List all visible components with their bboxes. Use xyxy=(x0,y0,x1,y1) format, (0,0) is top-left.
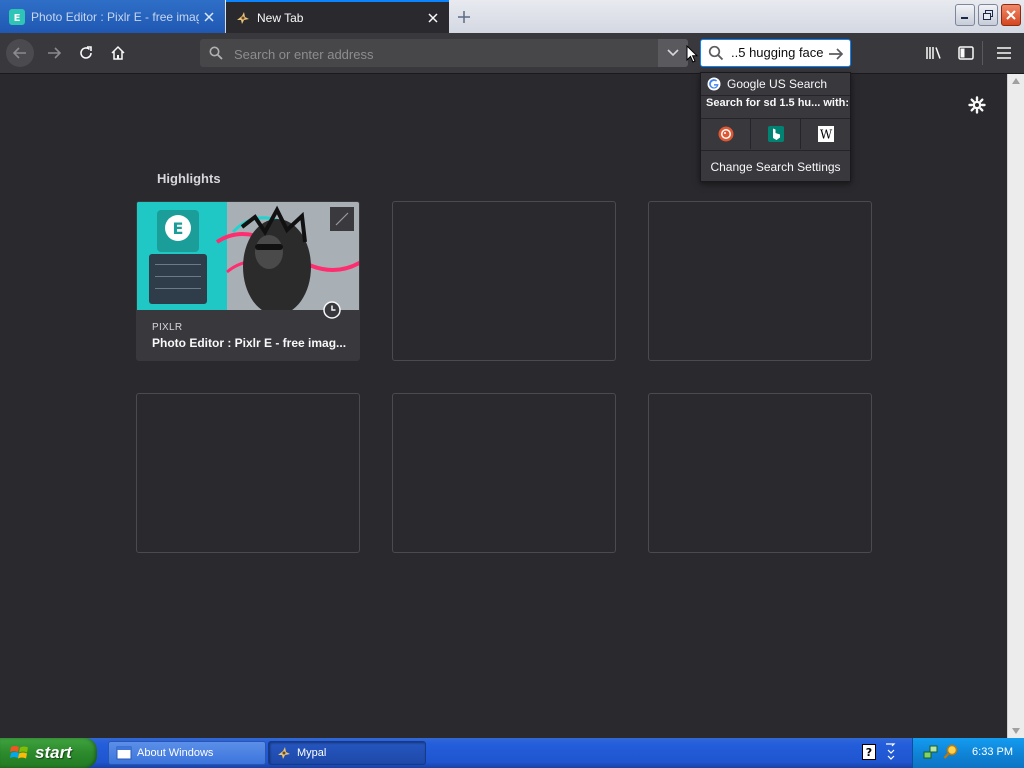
start-label: start xyxy=(35,743,72,762)
one-off-engines: W xyxy=(701,119,850,149)
pixlr-favicon-icon: E xyxy=(9,8,25,25)
wikipedia-engine-button[interactable]: W xyxy=(800,119,850,149)
search-input-value[interactable]: ..5 hugging face xyxy=(731,45,824,60)
newtab-settings-button[interactable] xyxy=(966,94,988,116)
scroll-up-icon[interactable] xyxy=(1012,78,1020,84)
google-icon xyxy=(707,77,721,90)
taskbar-item-about-windows[interactable]: About Windows xyxy=(108,741,266,765)
card-title: Photo Editor : Pixlr E - free imag... xyxy=(152,336,347,350)
network-icon[interactable] xyxy=(923,744,939,760)
url-bar[interactable] xyxy=(200,39,688,67)
bing-icon xyxy=(767,126,784,142)
tab-title: Photo Editor : Pixlr E - free image xyxy=(31,9,199,24)
tab-strip: E Photo Editor : Pixlr E - free image Ne… xyxy=(0,0,1024,33)
chevron-down-icon xyxy=(667,49,679,57)
magnifier-tray-icon[interactable] xyxy=(943,744,959,760)
highlight-placeholder xyxy=(392,393,616,553)
search-icon xyxy=(209,46,223,60)
wikipedia-icon: W xyxy=(817,126,834,142)
card-host: PIXLR xyxy=(152,322,183,333)
language-bar-icon[interactable] xyxy=(884,742,898,762)
restore-button[interactable] xyxy=(978,4,998,26)
clock: 6:33 PM xyxy=(972,746,1013,758)
search-popup: Google US Search Search for sd 1.5 hu...… xyxy=(700,72,851,182)
sidebar-icon xyxy=(958,46,974,60)
svg-text:E: E xyxy=(14,13,21,24)
default-engine-row[interactable]: Google US Search xyxy=(701,73,850,94)
gear-icon xyxy=(968,96,986,114)
forward-button[interactable] xyxy=(40,39,68,67)
change-search-settings-button[interactable]: Change Search Settings xyxy=(701,155,850,179)
duckduckgo-engine-button[interactable] xyxy=(701,119,750,149)
url-input[interactable] xyxy=(232,43,656,65)
card-thumbnail: E xyxy=(137,202,359,310)
close-tab-icon[interactable] xyxy=(199,7,219,27)
scroll-down-icon[interactable] xyxy=(1012,728,1020,734)
search-bar[interactable]: ..5 hugging face xyxy=(700,39,851,67)
tab-pixlr[interactable]: E Photo Editor : Pixlr E - free image xyxy=(0,0,225,33)
reload-button[interactable] xyxy=(72,39,100,67)
back-button[interactable] xyxy=(6,39,34,67)
highlights-heading: Highlights xyxy=(157,171,221,186)
taskbar-item-label: About Windows xyxy=(137,747,214,759)
window-icon xyxy=(116,746,132,760)
popup-divider xyxy=(701,150,850,151)
url-dropdown-button[interactable] xyxy=(658,39,688,67)
minimize-button[interactable] xyxy=(955,4,975,26)
help-icon[interactable]: ? xyxy=(862,744,876,760)
highlight-placeholder xyxy=(136,393,360,553)
mypal-icon xyxy=(278,747,290,759)
close-tab-icon[interactable] xyxy=(423,8,443,28)
svg-text:?: ? xyxy=(866,746,872,759)
popup-divider xyxy=(701,95,850,96)
bing-engine-button[interactable] xyxy=(750,119,800,149)
taskbar-item-label: Mypal xyxy=(297,747,327,759)
duckduckgo-icon xyxy=(718,126,733,142)
svg-text:E: E xyxy=(173,219,184,238)
highlight-placeholder xyxy=(648,201,872,361)
new-tab-plus-icon[interactable] xyxy=(452,5,476,29)
svg-text:W: W xyxy=(819,128,832,142)
hamburger-menu-icon xyxy=(997,47,1011,59)
vertical-scrollbar[interactable] xyxy=(1007,74,1024,738)
nav-bar: ..5 hugging face xyxy=(0,33,1024,74)
search-go-button[interactable] xyxy=(826,44,846,64)
home-button[interactable] xyxy=(104,39,132,67)
start-button[interactable]: start xyxy=(0,738,97,768)
search-for-label: Search for sd 1.5 hu... with: xyxy=(706,97,850,109)
toolbar-divider xyxy=(982,41,983,65)
mouse-cursor-icon xyxy=(686,45,698,63)
search-icon xyxy=(708,45,724,61)
library-icon xyxy=(926,47,941,59)
default-engine-label: Google US Search xyxy=(727,76,828,91)
windows-flag-icon xyxy=(10,746,28,759)
taskbar-item-mypal[interactable]: Mypal xyxy=(268,741,426,765)
system-tray: 6:33 PM xyxy=(912,738,1024,768)
tab-title: New Tab xyxy=(257,10,304,25)
menu-button[interactable] xyxy=(990,39,1018,67)
sidebar-button[interactable] xyxy=(952,39,980,67)
clock-icon xyxy=(323,301,341,319)
tab-new-tab[interactable]: New Tab xyxy=(226,0,449,33)
highlight-card-pixlr[interactable]: E PIXLR Photo Editor : Pixlr E - free im… xyxy=(136,201,360,361)
highlight-placeholder xyxy=(392,201,616,361)
arrow-right-icon xyxy=(829,48,844,60)
library-button[interactable] xyxy=(920,39,948,67)
close-window-button[interactable] xyxy=(1001,4,1021,26)
mypal-favicon-icon xyxy=(237,11,249,24)
highlight-placeholder xyxy=(648,393,872,553)
